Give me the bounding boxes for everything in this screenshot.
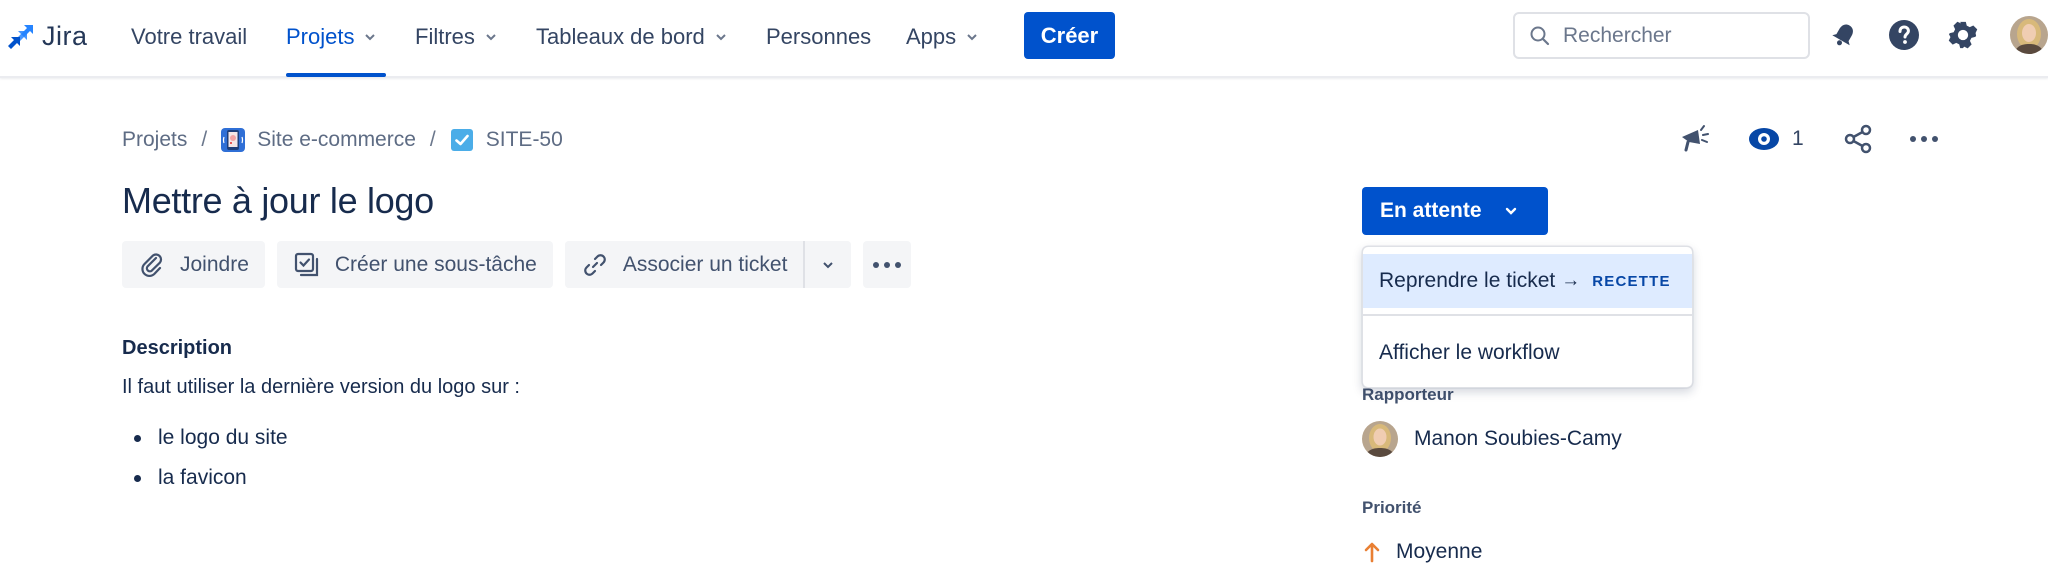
nav-label: Projets — [286, 24, 355, 49]
issue-actions: Joindre Créer une sous-tâche Associer un… — [122, 241, 912, 288]
breadcrumb-project[interactable]: Site e-commerce — [221, 128, 416, 152]
transition-label: Reprendre le ticket — [1379, 269, 1556, 292]
task-checkbox-icon — [450, 129, 473, 151]
settings-button[interactable] — [1946, 18, 1980, 52]
transition-menu-item[interactable]: Reprendre le ticket → RECETTE — [1363, 254, 1692, 308]
top-navigation: Jira Votre travail Projets Filtres Table… — [0, 0, 2048, 78]
target-status-lozenge: RECETTE — [1592, 272, 1671, 290]
nav-label: Personnes — [766, 24, 872, 49]
nav-label: Filtres — [415, 24, 475, 49]
project-avatar-icon — [221, 128, 246, 152]
link-issue-button[interactable]: Associer un ticket — [564, 241, 804, 288]
search-box[interactable] — [1513, 12, 1810, 59]
list-item: la favicon — [122, 464, 288, 504]
megaphone-icon — [1682, 125, 1709, 152]
link-issue-dropdown[interactable] — [803, 241, 852, 288]
watch-count: 1 — [1792, 127, 1804, 150]
create-subtask-label: Créer une sous-tâche — [334, 252, 537, 276]
breadcrumb-separator: / — [429, 128, 436, 151]
jira-logo[interactable]: Jira — [6, 18, 88, 54]
nav-tableaux-de-bord[interactable]: Tableaux de bord — [536, 22, 727, 52]
more-actions-button[interactable] — [863, 241, 912, 288]
menu-divider — [1363, 314, 1692, 316]
chevron-down-icon — [716, 34, 726, 41]
priority-label: Priorité — [1362, 498, 1422, 517]
share-icon — [1844, 124, 1872, 154]
nav-projets[interactable]: Projets — [286, 22, 376, 52]
reporter-field[interactable]: Manon Soubies-Camy — [1362, 420, 1622, 458]
user-photo-icon — [2010, 16, 2048, 54]
jira-logo-icon — [8, 25, 33, 49]
nav-label: Votre travail — [131, 24, 248, 49]
search-icon — [1530, 26, 1550, 45]
share-button[interactable] — [1842, 122, 1874, 156]
watch-button[interactable]: 1 — [1748, 122, 1804, 156]
settings-gear-icon — [1948, 21, 1978, 49]
breadcrumb-label: SITE-50 — [485, 128, 563, 151]
priority-field[interactable]: Moyenne — [1364, 537, 1482, 565]
status-button[interactable]: En attente — [1362, 187, 1548, 235]
active-nav-indicator — [286, 73, 386, 77]
view-workflow-menu-item[interactable]: Afficher le workflow — [1363, 326, 1692, 380]
breadcrumb-separator: / — [201, 128, 208, 151]
priority-value: Moyenne — [1396, 540, 1483, 563]
search-input[interactable] — [1563, 23, 1783, 48]
nav-personnes[interactable]: Personnes — [766, 22, 871, 52]
description-text[interactable]: Il faut utiliser la dernière version du … — [122, 376, 520, 399]
link-issue-group: Associer un ticket — [564, 241, 852, 288]
nav-votre-travail[interactable]: Votre travail — [131, 22, 247, 52]
chevron-down-icon — [365, 34, 376, 41]
create-subtask-button[interactable]: Créer une sous-tâche — [276, 241, 553, 288]
breadcrumb-label: Projets — [122, 128, 188, 151]
help-button[interactable] — [1887, 18, 1921, 52]
nav-label: Apps — [906, 24, 957, 49]
breadcrumb-projets[interactable]: Projets — [122, 128, 187, 152]
list-item: le logo du site — [122, 424, 288, 464]
paperclip-icon — [141, 252, 163, 277]
subtask-icon — [294, 252, 318, 276]
notification-bell-icon — [1832, 24, 1853, 46]
help-icon — [1889, 20, 1919, 50]
arrow-right-icon: → — [1561, 270, 1581, 291]
status-label: En attente — [1380, 199, 1482, 222]
breadcrumb-issue-key[interactable]: SITE-50 — [450, 128, 563, 152]
description-heading: Description — [122, 337, 233, 359]
chevron-down-icon — [967, 34, 977, 41]
chevron-down-icon — [486, 34, 496, 41]
chevron-down-icon — [1505, 207, 1516, 215]
nav-filtres[interactable]: Filtres — [415, 22, 497, 52]
workflow-label: Afficher le workflow — [1379, 341, 1560, 364]
breadcrumb-label: Site e-commerce — [257, 128, 416, 151]
priority-medium-arrow-icon — [1364, 542, 1380, 563]
notifications-button[interactable] — [1827, 18, 1861, 52]
attach-label: Joindre — [180, 252, 249, 276]
reporter-name: Manon Soubies-Camy — [1414, 427, 1622, 450]
issue-title[interactable]: Mettre à jour le logo — [122, 180, 434, 222]
profile-avatar[interactable] — [2010, 16, 2048, 54]
breadcrumb: Projets / Site e-commerce / SITE-50 — [122, 125, 563, 155]
attach-button[interactable]: Joindre — [122, 241, 265, 288]
link-icon — [584, 253, 606, 276]
more-horizontal-icon — [1910, 136, 1938, 142]
nav-label: Tableaux de bord — [536, 24, 705, 49]
status-dropdown-menu: Reprendre le ticket → RECETTE Afficher l… — [1362, 246, 1693, 388]
reporter-avatar — [1362, 421, 1398, 457]
user-photo-icon — [1362, 421, 1398, 457]
issue-more-button[interactable] — [1909, 122, 1939, 156]
app-name: Jira — [42, 20, 88, 51]
more-horizontal-icon — [873, 261, 902, 268]
link-issue-label: Associer un ticket — [622, 252, 788, 276]
chevron-down-icon — [823, 261, 834, 268]
nav-apps[interactable]: Apps — [906, 22, 978, 52]
reporter-label: Rapporteur — [1362, 385, 1454, 404]
create-button[interactable]: Créer — [1024, 12, 1115, 59]
eye-watch-icon — [1749, 128, 1779, 150]
description-list: le logo du site la favicon — [122, 424, 288, 504]
feedback-button[interactable] — [1678, 122, 1712, 156]
